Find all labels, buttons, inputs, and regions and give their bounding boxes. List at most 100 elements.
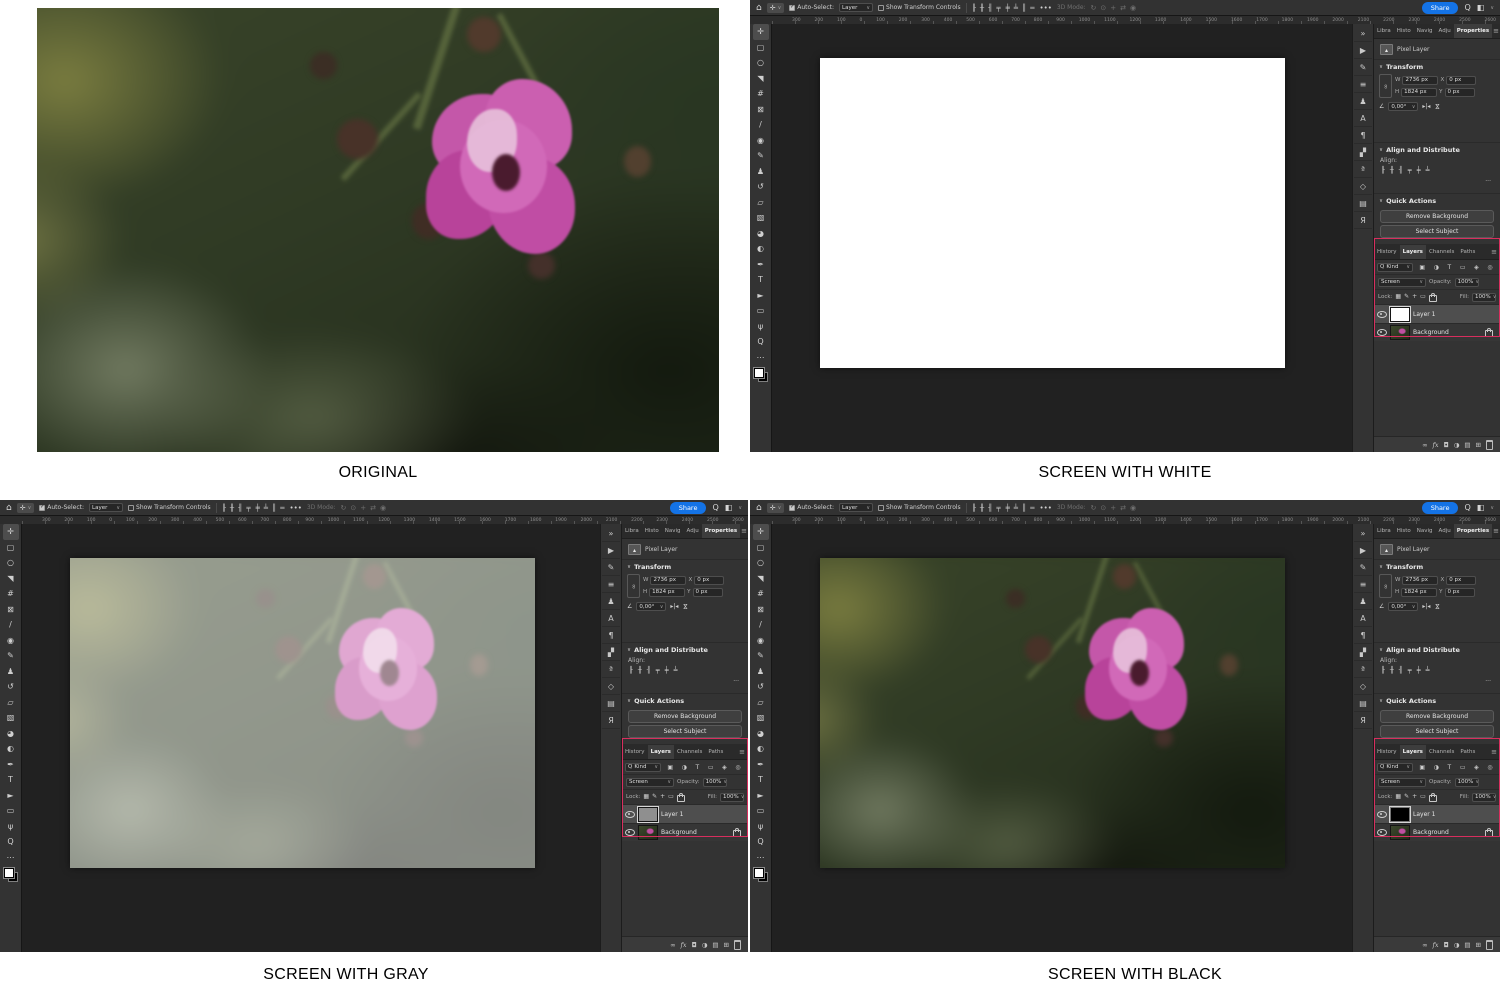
3d-zoom-icon[interactable]: ◉ [380,504,386,512]
swatches-panel-icon[interactable]: ▞ [602,644,620,661]
frame-tool-icon[interactable]: ⊠ [753,102,769,118]
y-field[interactable]: 0 px [1445,588,1475,597]
adjustment-layer-icon[interactable]: ◑ [1454,941,1460,949]
3d-panel-icon[interactable]: ◇ [1354,678,1372,695]
current-tool-button[interactable]: ✛ ∨ [767,503,785,513]
3d-roll-icon[interactable]: ⊙ [1100,4,1106,12]
document-canvas[interactable] [70,558,535,868]
tab-history[interactable]: History [1374,745,1400,759]
filter-type-icon[interactable]: T [696,764,700,771]
color-swatches[interactable] [4,868,18,882]
align-center-h-icon[interactable]: ╫ [1390,166,1394,174]
eyedropper-tool-icon[interactable]: / [3,617,19,633]
share-button[interactable]: Share [1422,502,1459,514]
fill-field[interactable]: 100% ∨ [1472,793,1496,802]
hand-tool-icon[interactable]: ψ [753,819,769,835]
rotation-field[interactable]: 0,00° ∨ [1388,602,1418,611]
blur-tool-icon[interactable]: ◕ [3,726,19,742]
distribute-v-icon[interactable]: ═ [280,504,284,512]
swatches-panel-icon[interactable]: ▞ [1354,644,1372,661]
new-layer-icon[interactable]: ⊞ [1476,441,1481,449]
align-center-h-icon[interactable]: ╫ [1390,666,1394,674]
filter-shape-icon[interactable]: ▭ [1460,764,1466,771]
tab-channels[interactable]: Channels [674,745,705,759]
y-field[interactable]: 0 px [693,588,723,597]
width-field[interactable]: 2736 px [1402,76,1438,85]
share-button[interactable]: Share [1422,2,1459,14]
3d-orbit-icon[interactable]: ↻ [1091,504,1097,512]
layer-row-layer1[interactable]: Layer 1 [622,805,748,823]
layer-visibility-icon[interactable] [625,829,635,836]
auto-select-checkbox[interactable]: ✓ Auto-Select: [789,504,834,511]
new-layer-icon[interactable]: ⊞ [1476,941,1481,949]
align-right-icon[interactable]: ╢ [647,666,651,674]
opacity-field[interactable]: 100% ∨ [1455,778,1479,787]
distribute-h-icon[interactable]: ║ [1022,504,1026,512]
tab-histogram[interactable]: Histo [642,524,662,538]
3d-orbit-icon[interactable]: ↻ [341,504,347,512]
tool-presets-panel-icon[interactable]: ≡ [1354,76,1372,93]
distribute-h-icon[interactable]: ║ [272,504,276,512]
section-collapse-icon[interactable]: ∨ [1379,64,1383,70]
y-field[interactable]: 0 px [1445,88,1475,97]
section-collapse-icon[interactable]: ∨ [627,698,631,704]
filter-type-icon[interactable]: T [1448,764,1452,771]
eyedropper-tool-icon[interactable]: / [753,617,769,633]
tab-libraries[interactable]: Libra [1374,24,1394,38]
filter-kind-dropdown[interactable]: Q Kind ∨ [1377,763,1413,772]
filter-lighting-icon[interactable]: ◎ [735,764,740,771]
pen-tool-icon[interactable]: ✒ [3,757,19,773]
home-icon[interactable]: ⌂ [756,503,762,513]
tab-properties[interactable]: Properties [1454,524,1492,538]
delete-layer-icon[interactable] [1486,440,1493,450]
glyphs-panel-icon[interactable]: ª [602,661,620,678]
actions-panel-icon[interactable]: ▶ [602,542,620,559]
layer-row-background[interactable]: Background [1374,323,1500,341]
glyphs-panel-icon[interactable]: ª [1354,661,1372,678]
home-icon[interactable]: ⌂ [6,503,12,513]
align-top-icon[interactable]: ╤ [1408,166,1412,174]
align-right-icon[interactable]: ╢ [1399,666,1403,674]
fill-field[interactable]: 100% ∨ [1472,293,1496,302]
align-left-icon[interactable]: ╟ [1381,166,1385,174]
filter-adjustment-icon[interactable]: ◑ [682,764,687,771]
align-bottom-icon[interactable]: ╧ [1014,504,1018,512]
layer-visibility-icon[interactable] [1377,829,1387,836]
zoom-tool-icon[interactable]: Q [3,834,19,850]
clone-source-panel-icon[interactable]: ♟ [1354,593,1372,610]
height-field[interactable]: 1824 px [649,588,685,597]
filter-lighting-icon[interactable]: ◎ [1487,764,1492,771]
tool-presets-panel-icon[interactable]: ≡ [602,576,620,593]
tab-paths[interactable]: Paths [705,745,726,759]
auto-select-checkbox[interactable]: ✓ Auto-Select: [39,504,84,511]
layer-effects-icon[interactable]: fx [1432,941,1438,949]
brush-settings-panel-icon[interactable]: ✎ [1354,59,1372,76]
align-middle-icon[interactable]: ╪ [1417,166,1421,174]
link-dimensions-icon[interactable]: ∞ [1379,574,1392,598]
more-options-icon[interactable]: ••• [1039,504,1051,512]
foreground-color-swatch[interactable] [4,868,14,878]
align-middle-icon[interactable]: ╪ [1006,504,1010,512]
move-tool-icon[interactable]: ✛ [3,524,19,540]
background-thumbnail[interactable] [638,825,658,840]
lock-artboard-icon[interactable]: ▭ [1420,293,1426,302]
color-swatches[interactable] [754,368,768,382]
chevron-down-icon[interactable]: ∨ [1490,5,1494,11]
align-left-icon[interactable]: ╟ [1381,666,1385,674]
section-collapse-icon[interactable]: ∨ [1379,698,1383,704]
foreground-color-swatch[interactable] [754,368,764,378]
align-bottom-icon[interactable]: ╧ [1426,166,1430,174]
align-right-icon[interactable]: ╢ [238,504,242,512]
clone-stamp-tool-icon[interactable]: ♟ [753,164,769,180]
align-top-icon[interactable]: ╤ [656,666,660,674]
section-collapse-icon[interactable]: ∨ [1379,147,1383,153]
layer-row-layer1[interactable]: Layer 1 [1374,305,1500,323]
filter-pixel-icon[interactable]: ▣ [1419,264,1425,271]
dodge-tool-icon[interactable]: ◐ [753,241,769,257]
zoom-tool-icon[interactable]: Q [753,834,769,850]
type-tool-icon[interactable]: T [753,272,769,288]
character-panel-icon[interactable]: A [1354,110,1372,127]
3d-slide-icon[interactable]: ⇄ [370,504,376,512]
tab-layers[interactable]: Layers [1400,245,1426,259]
current-tool-button[interactable]: ✛ ∨ [767,3,785,13]
